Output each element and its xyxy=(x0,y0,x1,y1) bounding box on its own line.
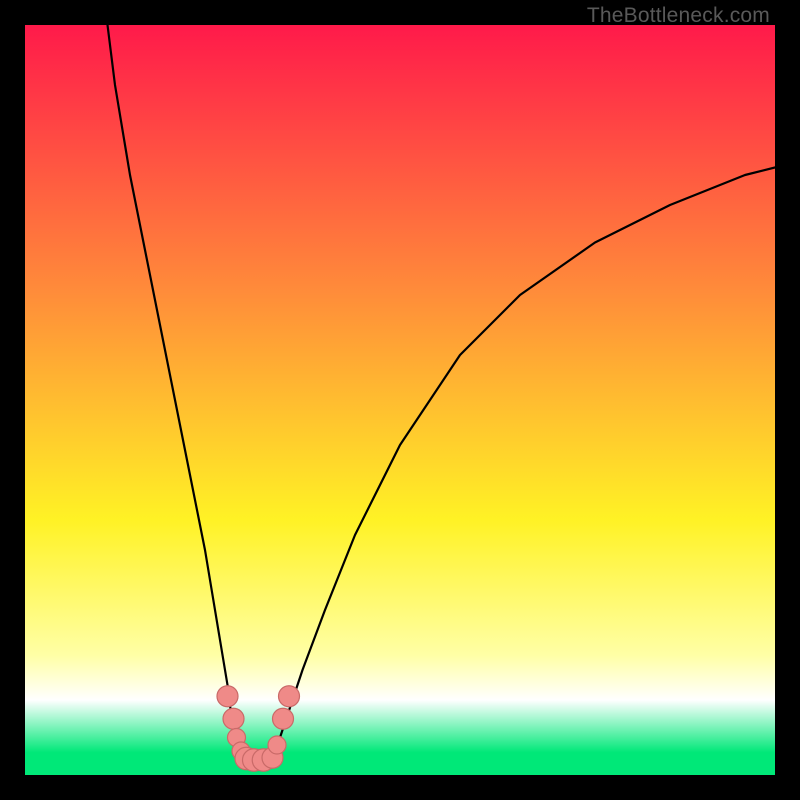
curve-paths xyxy=(108,25,776,760)
marker-dots xyxy=(217,686,300,772)
marker-dot xyxy=(217,686,238,707)
series-left-branch xyxy=(108,25,243,760)
marker-dot xyxy=(279,686,300,707)
chart-canvas: TheBottleneck.com xyxy=(0,0,800,800)
marker-dot xyxy=(223,708,244,729)
plot-area xyxy=(25,25,775,775)
marker-dot xyxy=(273,708,294,729)
curve-layer xyxy=(25,25,775,775)
watermark-text: TheBottleneck.com xyxy=(587,4,770,28)
marker-dot xyxy=(268,736,286,754)
series-right-branch xyxy=(273,168,776,761)
